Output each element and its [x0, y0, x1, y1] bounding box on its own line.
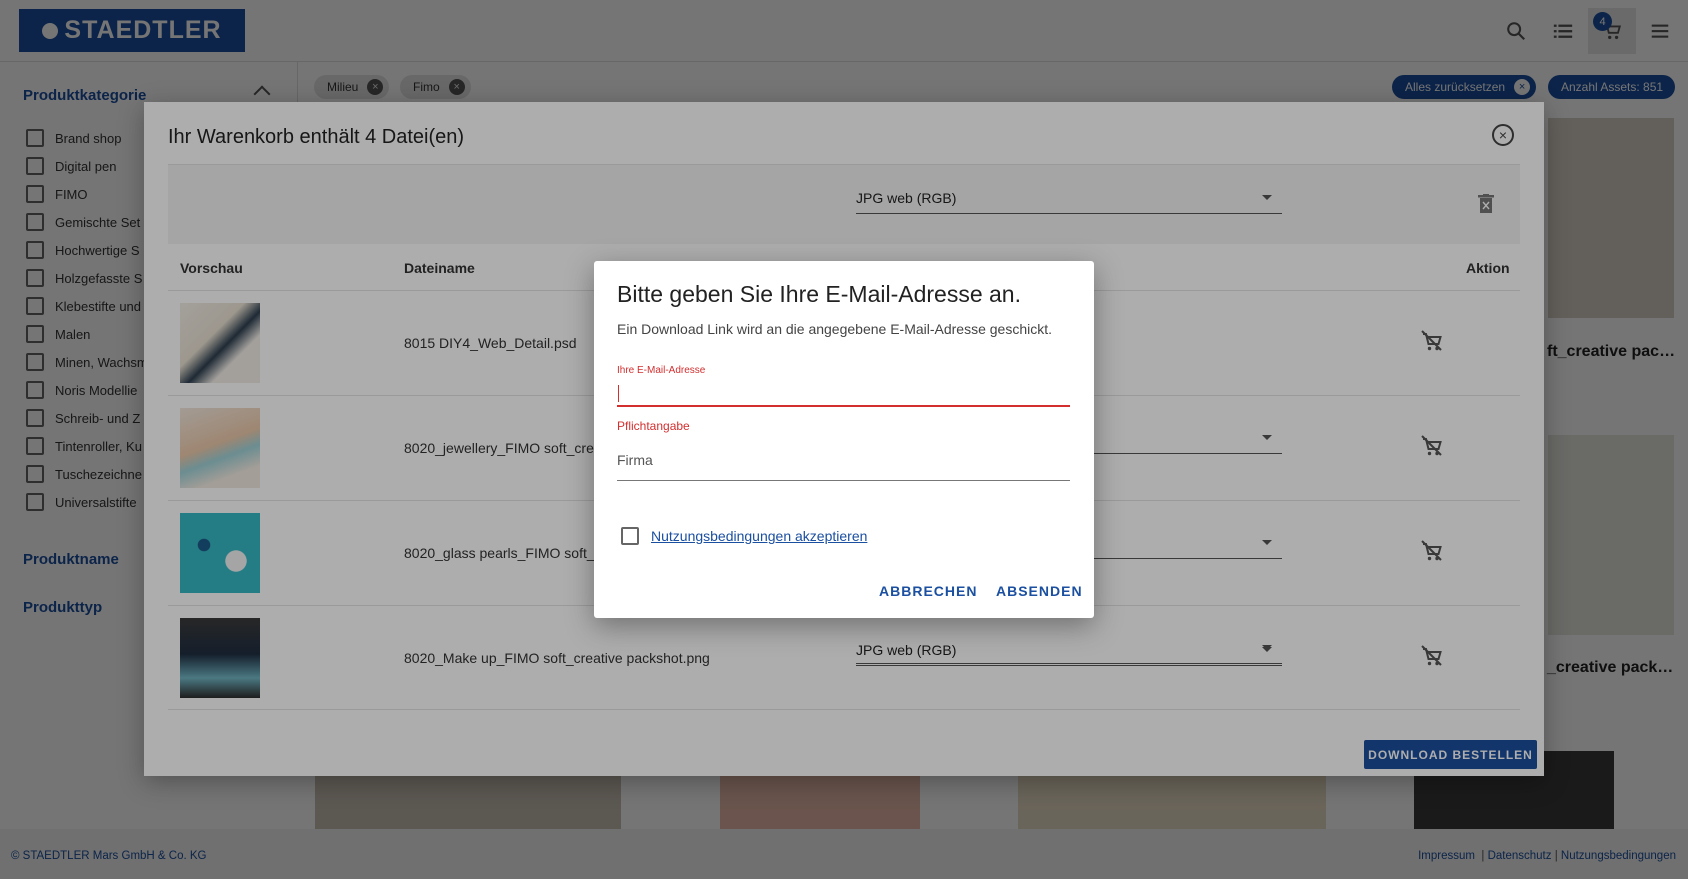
email-dialog-subtitle: Ein Download Link wird an die angegebene…: [617, 321, 1053, 337]
email-field-label: Ihre E-Mail-Adresse: [617, 365, 706, 376]
text-caret: [618, 385, 619, 402]
email-error-text: Pflichtangabe: [617, 419, 690, 433]
company-field[interactable]: Firma: [617, 452, 1070, 481]
email-dialog: Bitte geben Sie Ihre E-Mail-Adresse an. …: [594, 261, 1094, 618]
email-field[interactable]: [617, 379, 1070, 407]
submit-button[interactable]: ABSENDEN: [996, 583, 1083, 599]
email-dialog-title: Bitte geben Sie Ihre E-Mail-Adresse an.: [617, 281, 1021, 307]
cancel-button[interactable]: ABBRECHEN: [879, 583, 977, 599]
terms-link[interactable]: Nutzungsbedingungen akzeptieren: [651, 528, 867, 544]
terms-checkbox-row[interactable]: Nutzungsbedingungen akzeptieren: [621, 527, 867, 545]
terms-checkbox[interactable]: [621, 527, 639, 545]
